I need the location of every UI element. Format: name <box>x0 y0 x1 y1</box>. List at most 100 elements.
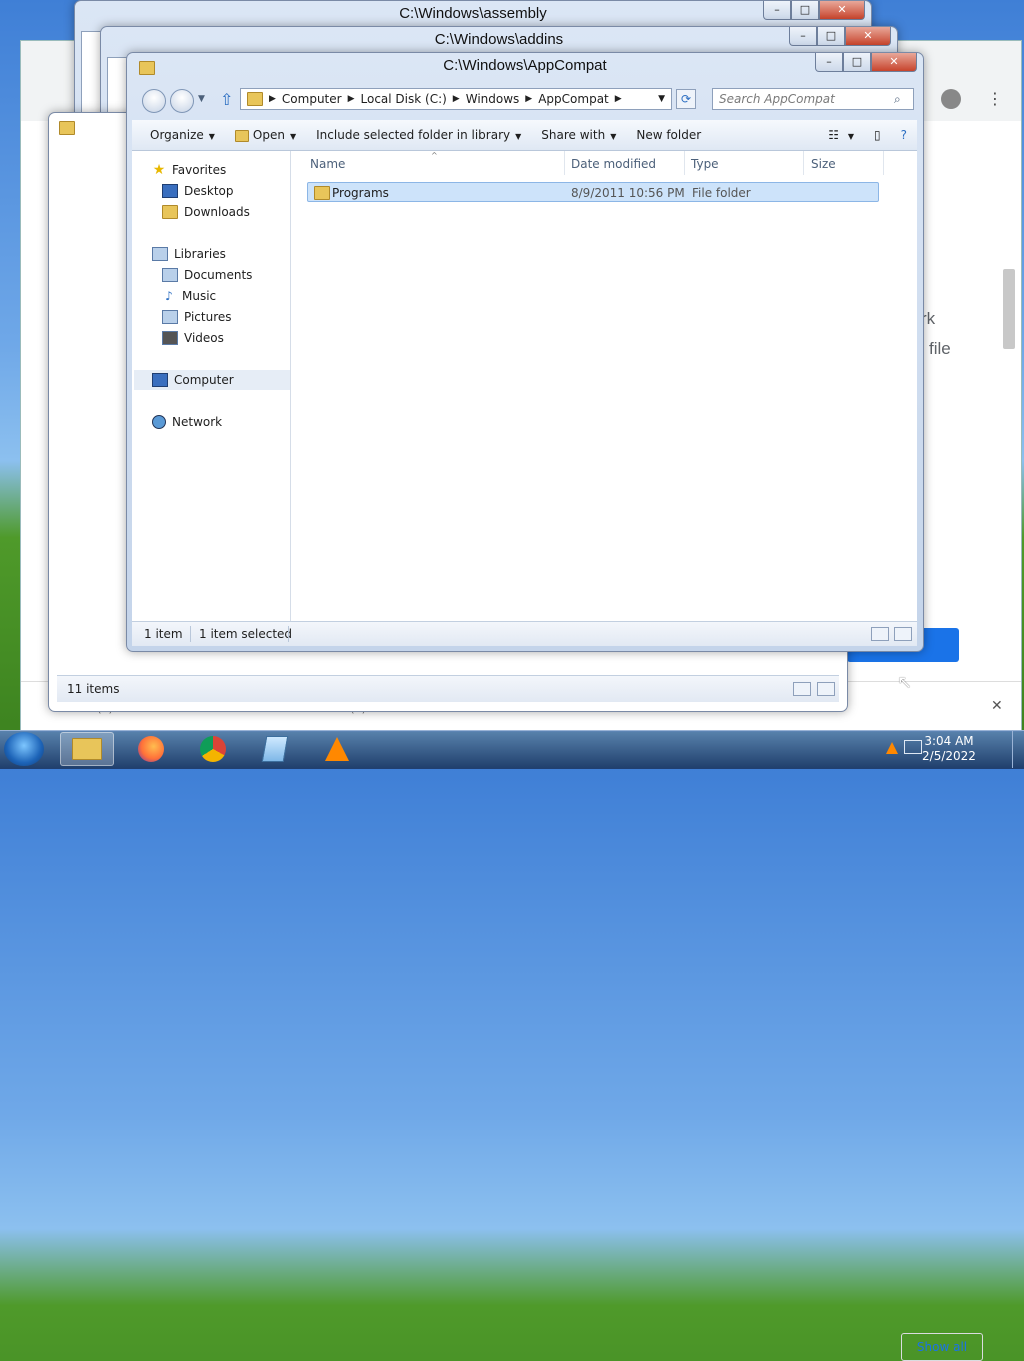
caption-buttons: – □ ✕ <box>815 53 917 72</box>
back-button[interactable] <box>142 89 166 113</box>
profile-icon[interactable] <box>941 89 961 109</box>
preview-pane-icon[interactable]: ▯ <box>864 128 891 142</box>
column-header-date[interactable]: Date modified <box>571 157 656 171</box>
maximize-button[interactable]: □ <box>817 27 845 46</box>
nav-item-music[interactable]: ♪ Music <box>162 289 216 303</box>
caption-buttons: – □ ✕ <box>789 27 891 46</box>
nav-label: Computer <box>174 373 234 387</box>
file-list: ^ Name Date modified Type Size Programs … <box>291 151 917 621</box>
close-button[interactable]: ✕ <box>819 1 865 20</box>
nav-item-pictures[interactable]: Pictures <box>162 310 232 324</box>
up-arrow-icon[interactable]: ⇧ <box>220 90 233 109</box>
new-folder-button[interactable]: New folder <box>626 128 711 142</box>
column-divider[interactable] <box>883 151 884 175</box>
breadcrumb-arrow-icon[interactable]: ▶ <box>525 94 532 104</box>
navigation-pane: ★ Favorites Desktop Downloads Libraries D… <box>132 151 291 641</box>
change-view-icon[interactable]: ☷ ▼ <box>818 128 864 142</box>
column-divider[interactable] <box>564 151 565 175</box>
nav-item-documents[interactable]: Documents <box>162 268 252 282</box>
organize-menu[interactable]: Organize ▼ <box>140 128 225 142</box>
minimize-button[interactable]: – <box>789 27 817 46</box>
nav-item-videos[interactable]: Videos <box>162 331 224 345</box>
network-icon <box>152 415 166 429</box>
nav-item-desktop[interactable]: Desktop <box>162 184 234 198</box>
breadcrumb-arrow-icon[interactable]: ▶ <box>269 94 276 104</box>
column-header-size[interactable]: Size <box>811 157 836 171</box>
start-button[interactable] <box>4 732 44 766</box>
show-all-downloads-button[interactable]: Show all <box>901 1333 983 1361</box>
column-header-type[interactable]: Type <box>691 157 719 171</box>
maximize-button[interactable]: □ <box>791 1 819 20</box>
column-divider[interactable] <box>684 151 685 175</box>
vlc-tray-icon[interactable] <box>886 742 898 754</box>
breadcrumb-local-disk[interactable]: Local Disk (C:) <box>355 92 453 106</box>
file-row[interactable]: Programs 8/9/2011 10:56 PM File folder <box>307 182 879 202</box>
minimize-button[interactable]: – <box>815 53 843 72</box>
pictures-icon <box>162 310 178 324</box>
videos-icon <box>162 331 178 345</box>
minimize-button[interactable]: – <box>763 1 791 20</box>
breadcrumb-windows[interactable]: Windows <box>460 92 526 106</box>
nav-label: Favorites <box>172 163 227 177</box>
show-desktop-button[interactable] <box>1012 730 1024 768</box>
nav-label: Network <box>172 415 223 429</box>
taskbar-app-firefox[interactable] <box>124 732 178 766</box>
breadcrumb-appcompat[interactable]: AppCompat <box>532 92 615 106</box>
item-count: 1 item <box>144 627 183 641</box>
nav-label: Downloads <box>184 205 250 219</box>
refresh-icon[interactable]: ⟳ <box>676 89 696 109</box>
details-view-icon[interactable] <box>793 682 811 696</box>
close-button[interactable]: ✕ <box>845 27 891 46</box>
forward-button[interactable] <box>170 89 194 113</box>
breadcrumb-arrow-icon[interactable]: ▶ <box>453 94 460 104</box>
details-view-icon[interactable] <box>871 627 889 641</box>
column-divider[interactable] <box>803 151 804 175</box>
help-icon[interactable]: ? <box>891 128 917 142</box>
open-folder-icon <box>234 129 249 142</box>
address-history-dropdown-icon[interactable]: ▼ <box>658 94 665 104</box>
preview-view-icon[interactable] <box>894 627 912 641</box>
status-divider <box>190 626 191 642</box>
organize-label: Organize <box>150 128 204 142</box>
close-download-bar-icon[interactable]: ✕ <box>991 698 1003 714</box>
window-title: C:\Windows\assembly <box>399 5 547 22</box>
folder-icon <box>247 92 263 106</box>
nav-item-libraries[interactable]: Libraries <box>152 247 226 261</box>
nav-label: Libraries <box>174 247 226 261</box>
nav-item-network[interactable]: Network <box>152 415 222 429</box>
recent-pages-dropdown-icon[interactable]: ▼ <box>198 94 205 104</box>
breadcrumb-computer[interactable]: Computer <box>276 92 348 106</box>
search-icon[interactable]: ⌕ <box>894 92 901 107</box>
selection-count: 1 item selected <box>199 627 293 641</box>
nav-label: Documents <box>184 268 253 282</box>
nav-item-favorites[interactable]: ★ Favorites <box>152 163 227 177</box>
search-input[interactable]: Search AppCompat <box>712 88 914 110</box>
documents-icon <box>162 268 178 282</box>
include-in-library-menu[interactable]: Include selected folder in library ▼ <box>306 128 531 142</box>
clock-time: 3:04 AM <box>924 734 974 748</box>
address-bar[interactable]: ▶ Computer ▶ Local Disk (C:) ▶ Windows ▶… <box>240 88 672 110</box>
taskbar-app-chrome[interactable] <box>186 732 240 766</box>
browser-scrollbar[interactable] <box>1003 269 1015 349</box>
system-clock[interactable]: 3:04 AM 2/5/2022 <box>918 734 980 764</box>
clock-date: 2/5/2022 <box>922 749 976 763</box>
taskbar-app-notepad[interactable] <box>248 732 302 766</box>
maximize-button[interactable]: □ <box>843 53 871 72</box>
open-menu[interactable]: Open ▼ <box>225 128 306 142</box>
breadcrumb-arrow-icon[interactable]: ▶ <box>348 94 355 104</box>
include-label: Include selected folder in library <box>316 128 511 142</box>
column-header-name[interactable]: Name <box>310 157 345 171</box>
more-menu-icon[interactable]: ⋮ <box>987 89 1003 108</box>
explorer-icon <box>72 738 102 760</box>
caption-buttons: – □ ✕ <box>763 1 865 20</box>
nav-item-downloads[interactable]: Downloads <box>162 205 250 219</box>
folder-icon <box>59 121 75 138</box>
close-button[interactable]: ✕ <box>871 53 917 72</box>
preview-view-icon[interactable] <box>817 682 835 696</box>
nav-item-computer[interactable]: Computer <box>152 373 234 387</box>
file-date: 8/9/2011 10:56 PM <box>571 186 685 200</box>
breadcrumb-arrow-icon[interactable]: ▶ <box>615 94 622 104</box>
share-with-menu[interactable]: Share with ▼ <box>531 128 626 142</box>
taskbar-app-explorer[interactable] <box>60 732 114 766</box>
taskbar-app-vlc[interactable] <box>310 732 364 766</box>
